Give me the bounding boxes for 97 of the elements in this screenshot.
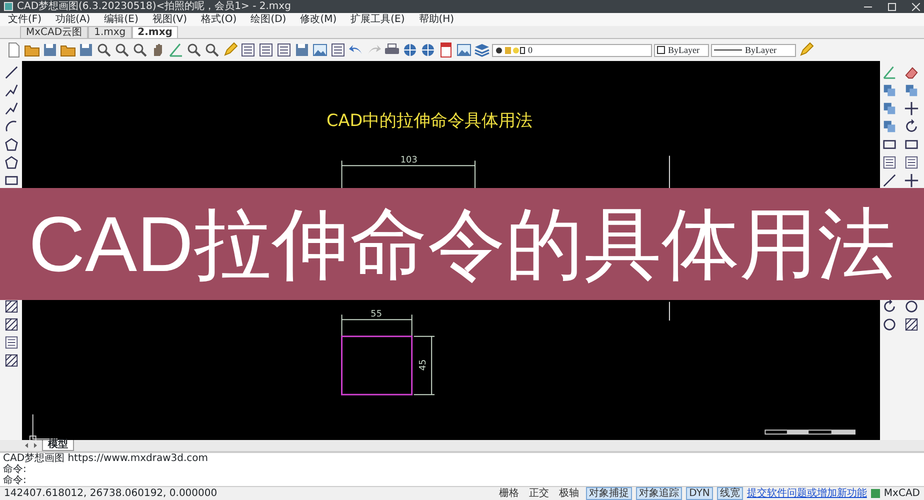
- list-icon[interactable]: [904, 155, 919, 170]
- menu-item[interactable]: 文件(F): [8, 14, 42, 26]
- dimension-value: 55: [370, 310, 382, 320]
- list-icon[interactable]: [882, 155, 897, 170]
- zoom-icon[interactable]: [96, 42, 112, 58]
- save-icon[interactable]: [294, 42, 310, 58]
- line-icon[interactable]: [4, 65, 18, 80]
- list-icon[interactable]: [276, 42, 292, 58]
- polyline-icon[interactable]: [4, 101, 18, 116]
- maximize-icon[interactable]: [888, 2, 896, 10]
- list-icon[interactable]: [4, 335, 18, 350]
- polygon-icon[interactable]: [4, 137, 18, 152]
- command-line: CAD梦想画图 https://www.mxdraw3d.com: [2, 453, 210, 464]
- line-icon[interactable]: [882, 173, 897, 188]
- status-toggle[interactable]: 极轴: [556, 487, 582, 500]
- rotate-icon[interactable]: [882, 299, 897, 314]
- zoom-icon[interactable]: [114, 42, 130, 58]
- menu-item[interactable]: 修改(M): [300, 14, 337, 26]
- status-toggle[interactable]: 线宽: [716, 487, 743, 500]
- pencil-icon[interactable]: [798, 42, 814, 58]
- zoom-icon[interactable]: [132, 42, 148, 58]
- coordinates-readout: 142407.618012, 26738.060192, 0.000000: [4, 487, 218, 500]
- color-dropdown[interactable]: ByLayer: [654, 44, 709, 56]
- menu-item[interactable]: 帮助(H): [418, 14, 454, 26]
- circle-icon[interactable]: [882, 317, 897, 332]
- menu-item[interactable]: 绘图(D): [250, 14, 286, 26]
- close-icon[interactable]: [912, 2, 920, 10]
- command-line: 命令:: [2, 464, 28, 475]
- rectangle-icon[interactable]: [882, 137, 897, 152]
- layer-dropdown[interactable]: 0: [492, 44, 652, 56]
- document-tab[interactable]: MxCAD云图: [20, 26, 88, 38]
- pdf-icon[interactable]: [438, 42, 454, 58]
- document-tab[interactable]: 2.mxg: [132, 26, 178, 38]
- copy-icon[interactable]: [882, 83, 897, 98]
- scroll-arrows-icon[interactable]: [24, 442, 38, 449]
- rectangle-shape: [341, 336, 413, 396]
- menu-item[interactable]: 编辑(E): [104, 14, 138, 26]
- menu-item[interactable]: 格式(O): [201, 14, 237, 26]
- copy-icon[interactable]: [882, 101, 897, 116]
- color-swatch-icon: [657, 46, 665, 54]
- list-icon[interactable]: [240, 42, 256, 58]
- hatch-icon[interactable]: [904, 317, 919, 332]
- linetype-dropdown[interactable]: ByLayer: [711, 44, 796, 56]
- arc-icon[interactable]: [4, 119, 18, 134]
- move-icon[interactable]: [904, 173, 919, 188]
- save-icon[interactable]: [78, 42, 94, 58]
- layout-tab[interactable]: 模型: [42, 440, 74, 451]
- zoom-icon[interactable]: [186, 42, 202, 58]
- status-toggle[interactable]: 栅格: [496, 487, 522, 500]
- document-tab[interactable]: 1.mxg: [88, 26, 132, 38]
- hatch-icon[interactable]: [4, 299, 18, 314]
- pencil-icon[interactable]: [222, 42, 238, 58]
- save-icon[interactable]: [42, 42, 58, 58]
- dimension-value: 45: [418, 359, 429, 371]
- angle-icon[interactable]: [882, 65, 897, 80]
- zoom-icon[interactable]: [204, 42, 220, 58]
- eraser-icon[interactable]: [904, 65, 919, 80]
- menu-item[interactable]: 扩展工具(E): [350, 14, 405, 26]
- brand-logo-icon: [870, 489, 880, 498]
- command-line: 命令:: [2, 475, 28, 486]
- rotate-icon[interactable]: [904, 119, 919, 134]
- copy-icon[interactable]: [904, 83, 919, 98]
- status-toggle[interactable]: DYN: [686, 487, 713, 500]
- rectangle-icon[interactable]: [4, 173, 18, 188]
- menu-item[interactable]: 视图(V): [152, 14, 187, 26]
- brand-name: MxCAD: [884, 487, 920, 500]
- status-toggle[interactable]: 对象追踪: [636, 487, 682, 500]
- layer-state-icons: [495, 46, 525, 54]
- rectangle-icon[interactable]: [904, 137, 919, 152]
- vertical-line: [668, 155, 670, 190]
- copy-icon[interactable]: [882, 119, 897, 134]
- layers-icon[interactable]: [474, 42, 490, 58]
- polyline-icon[interactable]: [4, 83, 18, 98]
- feedback-link[interactable]: 提交软件问题或增加新功能: [746, 486, 867, 500]
- line-sample-icon: [714, 48, 742, 52]
- globe-icon[interactable]: [420, 42, 436, 58]
- app-icon: [4, 2, 13, 11]
- list-icon[interactable]: [258, 42, 274, 58]
- polygon-icon[interactable]: [4, 155, 18, 170]
- status-toggle[interactable]: 正交: [526, 487, 552, 500]
- hatch-icon[interactable]: [4, 317, 18, 332]
- hatch-icon[interactable]: [4, 353, 18, 368]
- vertical-line: [668, 301, 670, 322]
- image-icon[interactable]: [456, 42, 472, 58]
- ucs-axis-icon: [29, 414, 58, 440]
- move-icon[interactable]: [904, 101, 919, 116]
- menu-item[interactable]: 功能(A): [56, 14, 90, 26]
- status-toggle[interactable]: 对象捕捉: [586, 487, 632, 500]
- image-icon[interactable]: [312, 42, 328, 58]
- list-icon[interactable]: [330, 42, 346, 58]
- dimension-value: 103: [400, 156, 418, 166]
- circle-icon[interactable]: [904, 299, 919, 314]
- drawing-title: CAD中的拉伸命令具体用法: [326, 110, 533, 130]
- new-file-icon[interactable]: [6, 42, 22, 58]
- globe-icon[interactable]: [402, 42, 418, 58]
- banner-title: CAD拉伸命令的具体用法: [28, 199, 896, 289]
- window-title: CAD梦想画图(6.3.20230518)<拍照的呢，会员1> - 2.mxg: [17, 0, 291, 12]
